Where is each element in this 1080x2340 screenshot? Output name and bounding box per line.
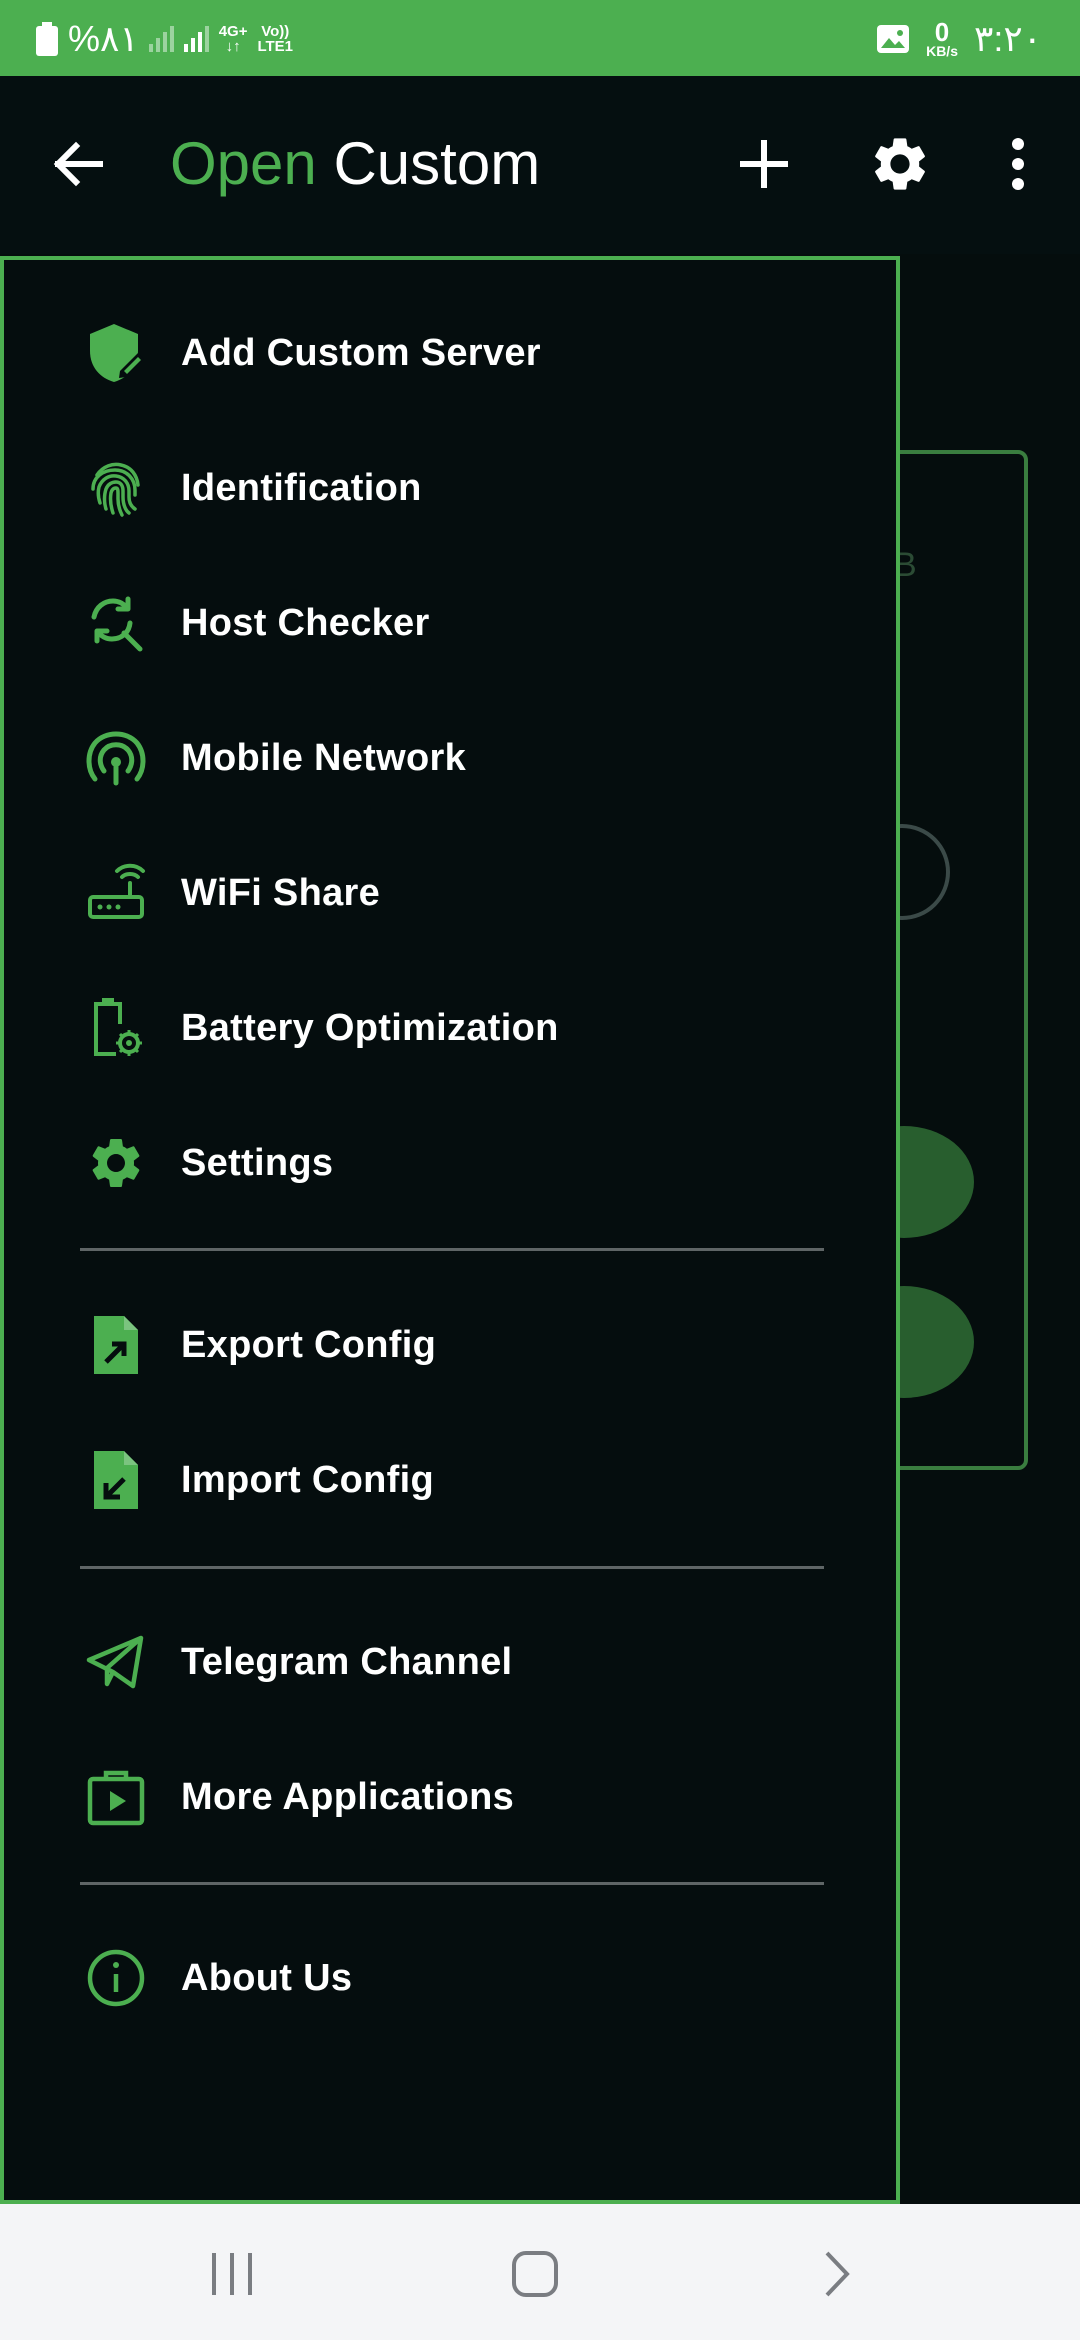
app-title-part1: Open [170,130,317,197]
menu-item-identification[interactable]: Identification [4,428,896,548]
gear-icon [875,138,925,190]
volte-label: Vo)) [261,23,290,40]
menu-item-telegram-channel[interactable]: Telegram Channel [4,1602,896,1722]
battery-icon [36,22,58,56]
menu-label: WiFi Share [181,871,381,914]
menu-item-add-custom-server[interactable]: Add Custom Server [4,293,896,413]
recent-apps-button[interactable] [192,2234,272,2314]
network-type: 4G+ [218,23,248,40]
recents-icon [212,2253,252,2295]
telegram-icon [84,1630,148,1694]
fingerprint-icon [84,456,148,520]
divider [80,1248,824,1251]
menu-item-about-us[interactable]: About Us [4,1918,896,2038]
speed-value: 0 [934,17,950,47]
signal-bars-icon-2 [183,26,209,52]
shield-edit-icon [84,321,148,385]
battery-settings-icon [84,996,148,1060]
add-button[interactable] [726,126,802,202]
file-import-icon [84,1448,148,1512]
menu-label: Telegram Channel [181,1640,513,1683]
home-icon [512,2251,558,2297]
gear-icon [84,1131,148,1195]
divider [80,1566,824,1569]
app-title: Open Custom [170,134,540,194]
app-title-part2: Custom [333,130,541,197]
signal-bars-icon [148,26,174,52]
menu-item-more-applications[interactable]: More Applications [4,1737,896,1857]
signal-icon [84,726,148,790]
menu-label: About Us [181,1956,353,1999]
menu-item-wifi-share[interactable]: WiFi Share [4,833,896,953]
arrow-left-icon [53,141,103,187]
menu-label: Mobile Network [181,736,467,779]
menu-label: More Applications [181,1775,515,1818]
menu-label: Export Config [181,1323,437,1366]
home-button[interactable] [495,2234,575,2314]
info-icon [84,1946,148,2010]
back-nav-button[interactable] [797,2234,877,2314]
divider [80,1882,824,1885]
menu-label: Identification [181,466,422,509]
menu-label: Add Custom Server [181,331,541,374]
system-navigation-bar [0,2204,1080,2340]
menu-item-import-config[interactable]: Import Config [4,1420,896,1540]
menu-item-mobile-network[interactable]: Mobile Network [4,698,896,818]
play-store-icon [84,1765,148,1829]
lte-label: LTE1 [257,38,294,55]
search-refresh-icon [84,591,148,655]
plus-icon [740,140,788,188]
back-button[interactable] [40,126,116,202]
toolbar: Open Custom [0,76,1080,254]
battery-percent: %۸۱ [68,18,139,59]
menu-item-settings[interactable]: Settings [4,1103,896,1223]
menu-label: Settings [181,1141,334,1184]
menu-item-export-config[interactable]: Export Config [4,1285,896,1405]
menu-item-host-checker[interactable]: Host Checker [4,563,896,683]
more-options-button[interactable] [980,126,1056,202]
file-export-icon [84,1313,148,1377]
data-arrows-icon: ↓↑ [225,38,241,55]
navigation-drawer: Add Custom Server Identification Host Ch… [0,256,900,2204]
status-bar: %۸۱ 4G+ ↓↑ Vo)) LTE1 0 KB/s ۳:۲۰ [0,0,1080,76]
more-vert-icon [1012,138,1024,190]
menu-label: Host Checker [181,601,430,644]
menu-item-battery-optimization[interactable]: Battery Optimization [4,968,896,1088]
clock: ۳:۲۰ [973,18,1042,59]
gallery-icon [877,25,910,53]
menu-label: Battery Optimization [181,1006,559,1049]
router-icon [84,861,148,925]
chevron-right-icon [825,2251,850,2297]
settings-button[interactable] [862,126,938,202]
speed-unit: KB/s [926,43,958,59]
menu-label: Import Config [181,1458,434,1501]
